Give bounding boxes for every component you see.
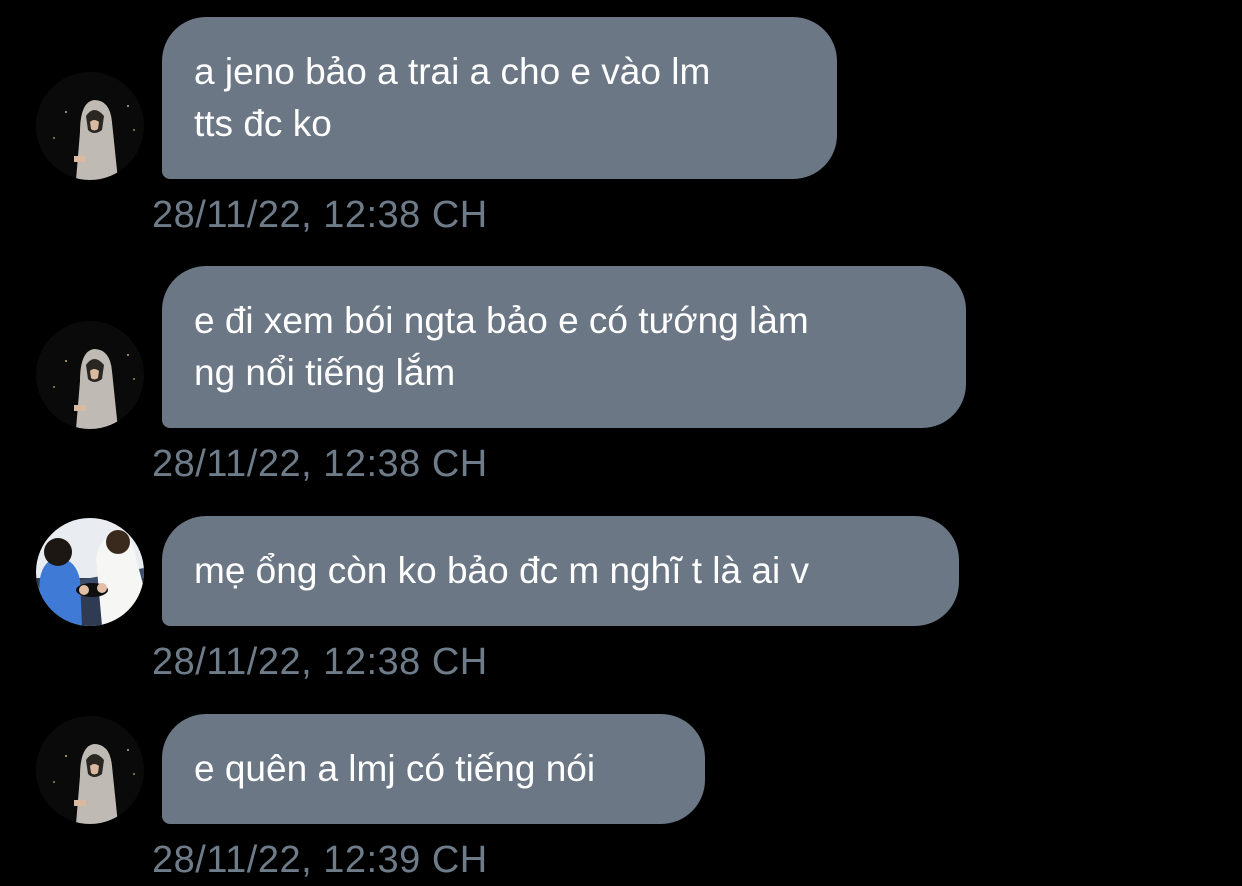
avatar-hooded-figure-icon: [36, 716, 144, 824]
avatar[interactable]: [36, 716, 144, 824]
message-bubble[interactable]: e quên a lmj có tiếng nói: [162, 714, 705, 824]
message-text: e quên a lmj có tiếng nói: [194, 748, 596, 789]
message-thread[interactable]: a jeno bảo a trai a cho e vào lm tts đc …: [0, 0, 1242, 886]
message-timestamp: 28/11/22, 12:39 CH: [152, 839, 488, 881]
message-item: e quên a lmj có tiếng nói 28/11/22, 12:3…: [0, 0, 1242, 886]
